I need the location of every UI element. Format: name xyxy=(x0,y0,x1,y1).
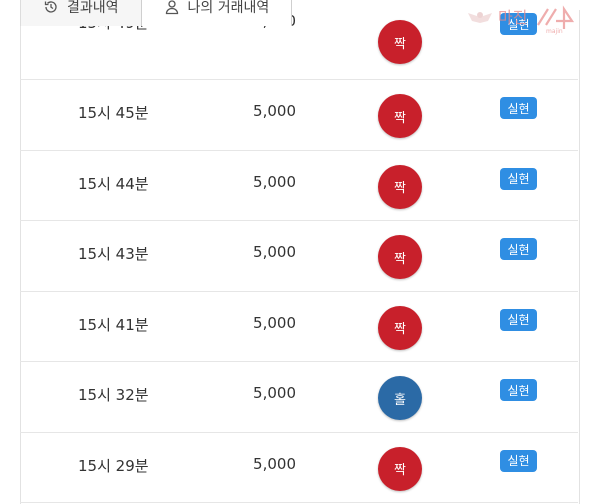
transaction-row: 15시 44분 5,000 짝 실현 xyxy=(20,151,578,221)
transaction-time: 15시 32분 xyxy=(78,386,149,404)
transaction-amount: 5,000 xyxy=(253,313,296,332)
status-badge: 실현 xyxy=(500,238,537,260)
status-badge: 실현 xyxy=(500,449,537,472)
watermark-subtext: majin xyxy=(546,28,563,35)
tab-my-transactions[interactable]: 나의 거래내역 xyxy=(140,0,293,26)
transaction-amount: 5,000 xyxy=(253,243,296,261)
tab-my-transactions-label: 나의 거래내역 xyxy=(187,0,270,16)
transaction-amount: 5,000 xyxy=(253,102,296,120)
pick-ball: 짝 xyxy=(378,20,422,64)
transaction-time: 15시 44분 xyxy=(78,174,149,193)
transaction-amount: 5,000 xyxy=(253,384,296,402)
transaction-time: 15시 45분 xyxy=(78,104,149,122)
pick-ball: 짝 xyxy=(378,164,422,209)
history-icon xyxy=(43,0,59,15)
user-icon xyxy=(164,0,180,15)
status-badge: 실현 xyxy=(500,379,537,401)
status-badge: 실현 xyxy=(500,167,537,190)
majin-watermark-logo: 마진 majin xyxy=(464,3,592,35)
pick-ball: 짝 xyxy=(378,94,422,138)
transaction-time: 15시 41분 xyxy=(78,315,149,334)
pick-ball: 짝 xyxy=(378,305,422,350)
transaction-row: 15시 43분 5,000 짝 실현 xyxy=(20,221,578,292)
tab-result-history-label: 결과내역 xyxy=(67,0,119,16)
tab-result-history[interactable]: 결과내역 xyxy=(20,0,142,26)
transaction-row: 15시 45분 5,000 짝 실현 xyxy=(20,80,578,151)
pick-ball: 짝 xyxy=(378,446,422,491)
pick-ball: 짝 xyxy=(378,235,422,279)
transaction-row: 15시 41분 5,000 짝 실현 xyxy=(20,292,578,362)
transaction-time: 15시 29분 xyxy=(78,456,149,475)
transaction-time: 15시 43분 xyxy=(78,245,149,263)
transaction-list: 15시 49분10,000짝실현15시 45분5,000짝실현15시 44분5,… xyxy=(20,10,578,503)
transaction-row: 15시 32분 5,000 홀 실현 xyxy=(20,362,578,433)
status-badge: 실현 xyxy=(500,308,537,331)
transaction-amount: 5,000 xyxy=(253,454,296,473)
transaction-amount: 5,000 xyxy=(253,172,296,191)
tab-bar: 결과내역 나의 거래내역 xyxy=(20,0,293,26)
status-badge: 실현 xyxy=(500,97,537,119)
pick-ball: 홀 xyxy=(378,376,422,420)
watermark-text: 마진 xyxy=(498,8,527,27)
transaction-row: 15시 29분 5,000 짝 실현 xyxy=(20,433,578,503)
